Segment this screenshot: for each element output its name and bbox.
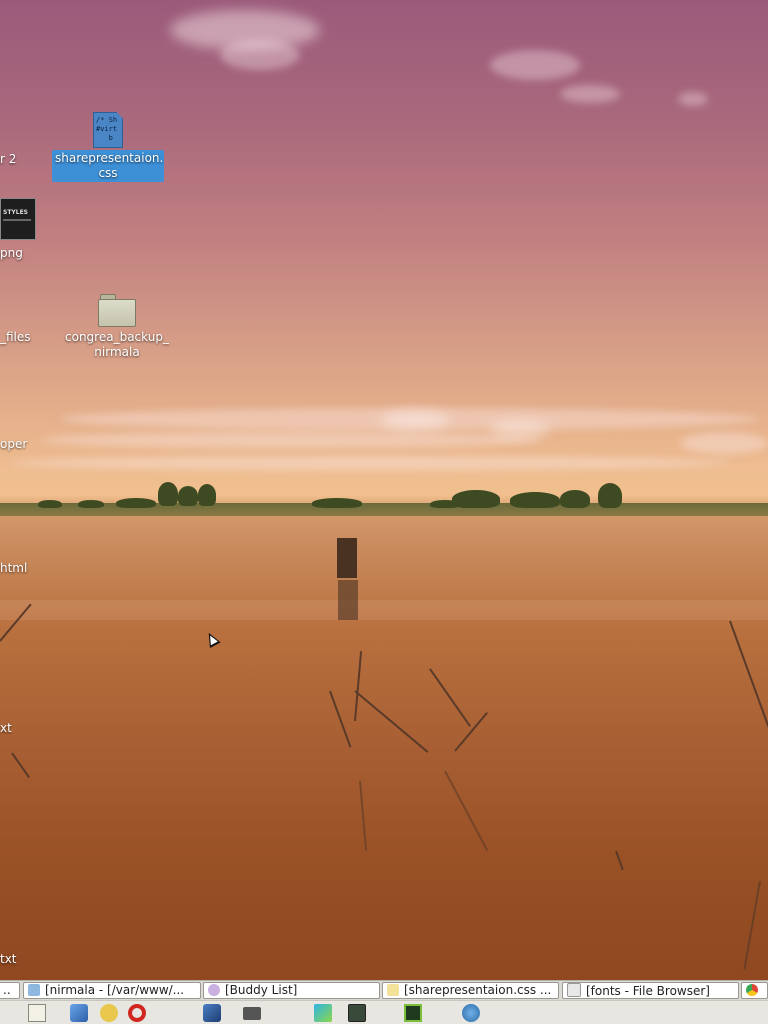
- taskbar-item-file-browser[interactable]: [fonts - File Browser]: [562, 982, 739, 999]
- image-thumbnail[interactable]: STYLES: [0, 198, 36, 240]
- cube-icon[interactable]: [70, 1004, 88, 1022]
- taskbar-item-buddy-list[interactable]: [Buddy List]: [203, 982, 380, 999]
- folder-icon: [98, 294, 136, 327]
- taskbar-item-label: [sharepresentaion.css ...: [404, 983, 552, 997]
- desktop-icon-label[interactable]: xt: [0, 721, 12, 735]
- taskbar-item-editor[interactable]: [nirmala - [/var/www/...: [23, 982, 201, 999]
- taskbar-item[interactable]: ..: [0, 982, 20, 999]
- file-browser-icon: [567, 983, 581, 997]
- calculator-icon[interactable]: [348, 1004, 366, 1022]
- taskbar-item-text-editor[interactable]: [sharepresentaion.css ...: [382, 982, 559, 999]
- opera-icon[interactable]: [128, 1004, 146, 1022]
- desktop-icon-folder[interactable]: congrea_backup_ nirmala: [60, 294, 174, 360]
- desktop-icon-label: sharepresentaion. css: [52, 150, 164, 182]
- desktop-icon-label[interactable]: html: [0, 561, 27, 575]
- launcher-bar: [0, 1000, 768, 1024]
- text-editor-icon: [387, 984, 399, 996]
- chrome-icon: [746, 984, 758, 996]
- desktop-icon-label[interactable]: _files: [0, 330, 31, 344]
- pidgin-icon: [208, 984, 220, 996]
- file-preview-text: /* Sh #virt b: [96, 116, 118, 142]
- desktop-icon-label[interactable]: png: [0, 246, 23, 260]
- system-monitor-icon[interactable]: [404, 1004, 422, 1022]
- camera-icon[interactable]: [243, 1007, 261, 1020]
- taskbar-item-label: [nirmala - [/var/www/...: [45, 983, 185, 997]
- globe-icon[interactable]: [462, 1004, 480, 1022]
- desktop-icon-label[interactable]: r 2: [0, 152, 16, 166]
- desktop-icon-css-file[interactable]: /* Sh #virt b sharepresentaion. css: [52, 112, 164, 182]
- desktop-icon-label: congrea_backup_ nirmala: [65, 330, 169, 359]
- pidgin-icon[interactable]: [100, 1004, 118, 1022]
- taskbar: .. [nirmala - [/var/www/... [Buddy List]…: [0, 980, 768, 1000]
- editor-icon: [28, 984, 40, 996]
- desktop-icon-label[interactable]: txt: [0, 952, 17, 966]
- taskbar-item-chrome[interactable]: [741, 982, 768, 999]
- virtualbox-icon[interactable]: [203, 1004, 221, 1022]
- css-file-icon: /* Sh #virt b: [93, 112, 123, 148]
- webstorm-icon[interactable]: [314, 1004, 332, 1022]
- thumbnail-text: STYLES: [3, 209, 29, 216]
- notepad-icon[interactable]: [28, 1004, 46, 1022]
- taskbar-item-label: [Buddy List]: [225, 983, 298, 997]
- desktop[interactable]: r 2 STYLES png _files oper html xt txt /…: [0, 0, 768, 980]
- desktop-icon-label[interactable]: oper: [0, 437, 27, 451]
- taskbar-item-label: [fonts - File Browser]: [586, 984, 710, 998]
- taskbar-item-label: ..: [3, 983, 11, 997]
- mouse-pointer-icon: [203, 630, 221, 648]
